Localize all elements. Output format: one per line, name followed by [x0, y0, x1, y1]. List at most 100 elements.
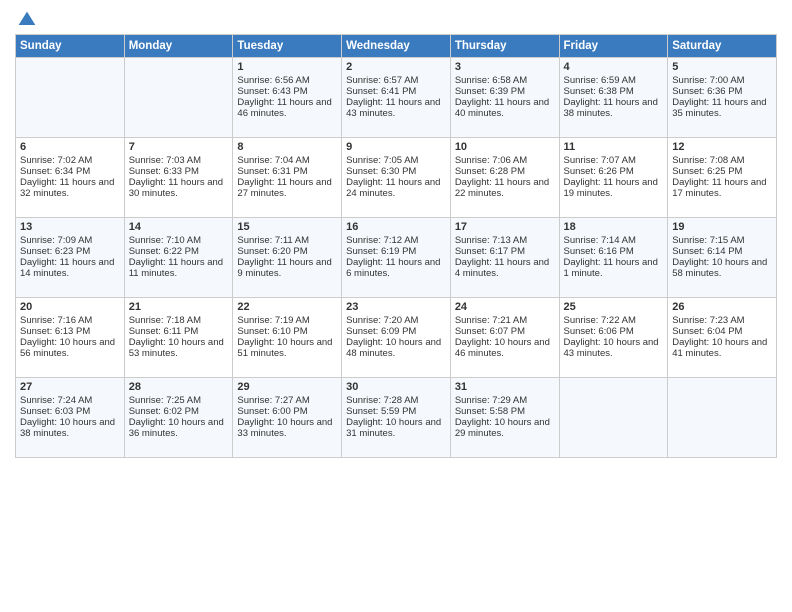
sunrise-text: Sunrise: 7:18 AM	[129, 315, 229, 326]
calendar-cell	[16, 58, 125, 138]
day-number: 17	[455, 221, 555, 233]
sunset-text: Sunset: 6:20 PM	[237, 246, 337, 257]
sunset-text: Sunset: 6:17 PM	[455, 246, 555, 257]
column-header-friday: Friday	[559, 35, 668, 58]
sunset-text: Sunset: 6:39 PM	[455, 86, 555, 97]
calendar-cell: 10Sunrise: 7:06 AMSunset: 6:28 PMDayligh…	[450, 138, 559, 218]
daylight-text: Daylight: 11 hours and 32 minutes.	[20, 177, 120, 199]
sunrise-text: Sunrise: 7:08 AM	[672, 155, 772, 166]
calendar-cell: 22Sunrise: 7:19 AMSunset: 6:10 PMDayligh…	[233, 298, 342, 378]
calendar-cell: 30Sunrise: 7:28 AMSunset: 5:59 PMDayligh…	[342, 378, 451, 458]
daylight-text: Daylight: 10 hours and 38 minutes.	[20, 417, 120, 439]
daylight-text: Daylight: 11 hours and 1 minute.	[564, 257, 664, 279]
calendar-cell: 15Sunrise: 7:11 AMSunset: 6:20 PMDayligh…	[233, 218, 342, 298]
column-header-thursday: Thursday	[450, 35, 559, 58]
column-header-tuesday: Tuesday	[233, 35, 342, 58]
sunrise-text: Sunrise: 7:15 AM	[672, 235, 772, 246]
calendar-cell: 21Sunrise: 7:18 AMSunset: 6:11 PMDayligh…	[124, 298, 233, 378]
daylight-text: Daylight: 11 hours and 27 minutes.	[237, 177, 337, 199]
sunset-text: Sunset: 5:59 PM	[346, 406, 446, 417]
daylight-text: Daylight: 11 hours and 46 minutes.	[237, 97, 337, 119]
column-header-sunday: Sunday	[16, 35, 125, 58]
sunrise-text: Sunrise: 7:05 AM	[346, 155, 446, 166]
calendar-cell: 27Sunrise: 7:24 AMSunset: 6:03 PMDayligh…	[16, 378, 125, 458]
day-number: 2	[346, 61, 446, 73]
sunrise-text: Sunrise: 7:19 AM	[237, 315, 337, 326]
sunset-text: Sunset: 6:19 PM	[346, 246, 446, 257]
sunset-text: Sunset: 6:10 PM	[237, 326, 337, 337]
day-number: 13	[20, 221, 120, 233]
sunrise-text: Sunrise: 7:29 AM	[455, 395, 555, 406]
calendar-cell: 7Sunrise: 7:03 AMSunset: 6:33 PMDaylight…	[124, 138, 233, 218]
header-row: SundayMondayTuesdayWednesdayThursdayFrid…	[16, 35, 777, 58]
daylight-text: Daylight: 10 hours and 51 minutes.	[237, 337, 337, 359]
daylight-text: Daylight: 10 hours and 29 minutes.	[455, 417, 555, 439]
logo	[15, 10, 37, 26]
calendar-cell: 1Sunrise: 6:56 AMSunset: 6:43 PMDaylight…	[233, 58, 342, 138]
calendar-cell: 31Sunrise: 7:29 AMSunset: 5:58 PMDayligh…	[450, 378, 559, 458]
sunrise-text: Sunrise: 7:11 AM	[237, 235, 337, 246]
logo-icon	[17, 10, 37, 30]
week-row-3: 13Sunrise: 7:09 AMSunset: 6:23 PMDayligh…	[16, 218, 777, 298]
sunrise-text: Sunrise: 7:07 AM	[564, 155, 664, 166]
daylight-text: Daylight: 10 hours and 36 minutes.	[129, 417, 229, 439]
calendar-cell: 12 Sunrise: 7:08 AMSunset: 6:25 PMDayligh…	[668, 138, 777, 218]
sunrise-text: Sunrise: 7:04 AM	[237, 155, 337, 166]
sunset-text: Sunset: 6:09 PM	[346, 326, 446, 337]
day-number: 25	[564, 301, 664, 313]
daylight-text: Daylight: 11 hours and 9 minutes.	[237, 257, 337, 279]
sunrise-text: Sunrise: 7:20 AM	[346, 315, 446, 326]
sunrise-text: Sunrise: 6:58 AM	[455, 75, 555, 86]
sunrise-text: Sunrise: 7:22 AM	[564, 315, 664, 326]
sunset-text: Sunset: 6:28 PM	[455, 166, 555, 177]
daylight-text: Daylight: 10 hours and 48 minutes.	[346, 337, 446, 359]
daylight-text: Daylight: 11 hours and 14 minutes.	[20, 257, 120, 279]
daylight-text: Daylight: 11 hours and 38 minutes.	[564, 97, 664, 119]
calendar-cell: 3Sunrise: 6:58 AMSunset: 6:39 PMDaylight…	[450, 58, 559, 138]
day-number: 9	[346, 141, 446, 153]
calendar-cell	[559, 378, 668, 458]
day-number: 12	[672, 141, 772, 153]
day-number: 28	[129, 381, 229, 393]
sunrise-text: Sunrise: 7:13 AM	[455, 235, 555, 246]
daylight-text: Daylight: 11 hours and 19 minutes.	[564, 177, 664, 199]
sunrise-text: Sunrise: 6:59 AM	[564, 75, 664, 86]
sunset-text: Sunset: 6:26 PM	[564, 166, 664, 177]
daylight-text: Daylight: 11 hours and 17 minutes.	[672, 177, 772, 199]
daylight-text: Daylight: 11 hours and 4 minutes.	[455, 257, 555, 279]
day-number: 10	[455, 141, 555, 153]
calendar-cell: 4 Sunrise: 6:59 AMSunset: 6:38 PMDaylight…	[559, 58, 668, 138]
sunset-text: Sunset: 6:36 PM	[672, 86, 772, 97]
day-number: 7	[129, 141, 229, 153]
week-row-2: 6Sunrise: 7:02 AMSunset: 6:34 PMDaylight…	[16, 138, 777, 218]
column-header-monday: Monday	[124, 35, 233, 58]
calendar-cell: 17 Sunrise: 7:13 AMSunset: 6:17 PMDayligh…	[450, 218, 559, 298]
sunset-text: Sunset: 6:30 PM	[346, 166, 446, 177]
sunset-text: Sunset: 6:38 PM	[564, 86, 664, 97]
sunrise-text: Sunrise: 7:14 AM	[564, 235, 664, 246]
sunrise-text: Sunrise: 7:21 AM	[455, 315, 555, 326]
week-row-4: 20Sunrise: 7:16 AMSunset: 6:13 PMDayligh…	[16, 298, 777, 378]
calendar-cell: 2Sunrise: 6:57 AMSunset: 6:41 PMDaylight…	[342, 58, 451, 138]
sunset-text: Sunset: 6:14 PM	[672, 246, 772, 257]
day-number: 24	[455, 301, 555, 313]
daylight-text: Daylight: 11 hours and 43 minutes.	[346, 97, 446, 119]
sunset-text: Sunset: 6:06 PM	[564, 326, 664, 337]
calendar-cell: 29Sunrise: 7:27 AMSunset: 6:00 PMDayligh…	[233, 378, 342, 458]
calendar-cell: 28Sunrise: 7:25 AMSunset: 6:02 PMDayligh…	[124, 378, 233, 458]
sunrise-text: Sunrise: 7:09 AM	[20, 235, 120, 246]
sunrise-text: Sunrise: 7:27 AM	[237, 395, 337, 406]
column-header-saturday: Saturday	[668, 35, 777, 58]
day-number: 23	[346, 301, 446, 313]
calendar-cell	[668, 378, 777, 458]
daylight-text: Daylight: 10 hours and 31 minutes.	[346, 417, 446, 439]
day-number: 18	[564, 221, 664, 233]
day-number: 4	[564, 61, 664, 73]
day-number: 27	[20, 381, 120, 393]
daylight-text: Daylight: 11 hours and 24 minutes.	[346, 177, 446, 199]
day-number: 21	[129, 301, 229, 313]
day-number: 19	[672, 221, 772, 233]
sunset-text: Sunset: 6:25 PM	[672, 166, 772, 177]
day-number: 14	[129, 221, 229, 233]
day-number: 8	[237, 141, 337, 153]
